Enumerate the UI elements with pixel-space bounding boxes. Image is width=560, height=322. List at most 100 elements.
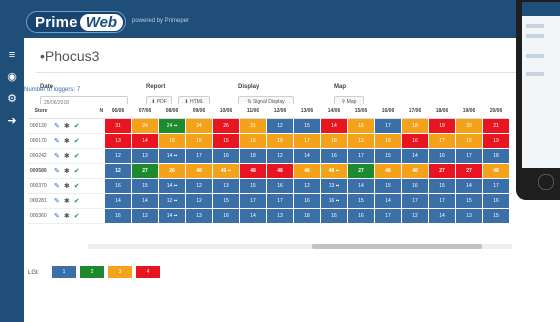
date-column-header[interactable]: 14/06: [320, 104, 348, 119]
check-icon[interactable]: ✔: [74, 123, 80, 130]
status-cell[interactable]: 27: [428, 163, 456, 179]
edit-icon[interactable]: ✎: [54, 183, 60, 190]
status-cell[interactable]: 15: [347, 193, 375, 209]
status-cell[interactable]: 48 ▪▪: [212, 163, 240, 179]
edit-icon[interactable]: ✎: [54, 198, 60, 205]
status-cell[interactable]: 16: [320, 148, 348, 164]
status-cell[interactable]: 13: [212, 178, 240, 194]
status-cell[interactable]: 14 ▪▪: [158, 178, 186, 194]
status-cell[interactable]: 12: [104, 148, 132, 164]
status-cell[interactable]: 15: [428, 178, 456, 194]
status-cell[interactable]: 17: [374, 118, 402, 134]
status-cell[interactable]: 14 ▪▪: [158, 208, 186, 224]
store-id[interactable]: 000580: [28, 163, 54, 179]
status-cell[interactable]: 14: [374, 193, 402, 209]
date-column-header[interactable]: 18/06: [428, 104, 456, 119]
menu-icon[interactable]: ≡: [5, 48, 19, 62]
date-column-header[interactable]: 09/06: [185, 104, 213, 119]
status-cell[interactable]: 16: [347, 118, 375, 134]
status-cell[interactable]: 16: [104, 178, 132, 194]
settings-icon[interactable]: ✱: [64, 198, 70, 205]
status-cell[interactable]: 13: [455, 208, 483, 224]
status-cell[interactable]: 12: [293, 178, 321, 194]
settings-icon[interactable]: ✱: [64, 168, 70, 175]
status-cell[interactable]: 19: [428, 118, 456, 134]
status-cell[interactable]: 12: [401, 208, 429, 224]
horizontal-scrollbar[interactable]: [88, 244, 512, 249]
date-column-header[interactable]: 16/06: [374, 104, 402, 119]
status-cell[interactable]: 18: [293, 208, 321, 224]
status-cell[interactable]: 17: [266, 193, 294, 209]
date-column-header[interactable]: 11/06: [239, 104, 267, 119]
status-cell[interactable]: 21: [239, 118, 267, 134]
store-id[interactable]: 000360: [28, 208, 54, 224]
status-cell[interactable]: 21: [482, 118, 510, 134]
status-cell[interactable]: 13: [347, 133, 375, 149]
date-column-header[interactable]: 08/06: [158, 104, 186, 119]
status-cell[interactable]: 18: [320, 133, 348, 149]
status-cell[interactable]: 17: [185, 148, 213, 164]
status-cell[interactable]: 27: [131, 163, 159, 179]
settings-icon[interactable]: ⚙: [5, 92, 19, 106]
date-column-header[interactable]: 12/06: [266, 104, 294, 119]
store-id[interactable]: 000130: [28, 118, 54, 134]
status-cell[interactable]: 13: [104, 133, 132, 149]
status-cell[interactable]: 16: [482, 193, 510, 209]
status-cell[interactable]: 48: [239, 163, 267, 179]
status-cell[interactable]: 15: [212, 133, 240, 149]
status-cell[interactable]: 12: [266, 148, 294, 164]
date-column-header[interactable]: 19/06: [455, 104, 483, 119]
status-cell[interactable]: 48: [293, 163, 321, 179]
settings-icon[interactable]: ✱: [64, 213, 70, 220]
brand-logo[interactable]: Prime Web: [26, 11, 127, 33]
status-cell[interactable]: 14 ▪▪: [158, 148, 186, 164]
status-cell[interactable]: 13: [266, 208, 294, 224]
status-cell[interactable]: 24: [185, 118, 213, 134]
status-cell[interactable]: 26: [212, 118, 240, 134]
status-cell[interactable]: 16: [239, 133, 267, 149]
store-id[interactable]: 000242: [28, 148, 54, 164]
status-cell[interactable]: 14: [347, 178, 375, 194]
status-cell[interactable]: 14: [293, 148, 321, 164]
loggers-count-link[interactable]: Number of loggers: 7: [24, 87, 80, 93]
status-cell[interactable]: 20: [455, 118, 483, 134]
status-cell[interactable]: 48: [374, 163, 402, 179]
status-cell[interactable]: 48 ▪▪: [320, 163, 348, 179]
status-cell[interactable]: 17: [455, 148, 483, 164]
check-icon[interactable]: ✔: [74, 183, 80, 190]
status-cell[interactable]: 15: [482, 208, 510, 224]
status-cell[interactable]: 17: [374, 208, 402, 224]
status-cell[interactable]: 16: [401, 133, 429, 149]
edit-icon[interactable]: ✎: [54, 123, 60, 130]
store-column-header[interactable]: Store: [28, 104, 54, 119]
check-icon[interactable]: ✔: [74, 168, 80, 175]
status-cell[interactable]: 14: [131, 193, 159, 209]
status-cell[interactable]: 17: [239, 193, 267, 209]
status-cell[interactable]: 16: [428, 148, 456, 164]
status-cell[interactable]: 17: [482, 178, 510, 194]
status-cell[interactable]: 27: [455, 163, 483, 179]
check-icon[interactable]: ✔: [74, 213, 80, 220]
date-column-header[interactable]: 13/06: [293, 104, 321, 119]
status-cell[interactable]: 15: [374, 178, 402, 194]
status-cell[interactable]: 48: [266, 163, 294, 179]
status-cell[interactable]: 14: [239, 208, 267, 224]
date-column-header[interactable]: 07/06: [131, 104, 159, 119]
status-cell[interactable]: 15: [455, 193, 483, 209]
edit-icon[interactable]: ✎: [54, 168, 60, 175]
status-cell[interactable]: 16: [347, 208, 375, 224]
status-cell[interactable]: 16: [401, 178, 429, 194]
status-cell[interactable]: 16: [185, 133, 213, 149]
date-column-header[interactable]: 15/06: [347, 104, 375, 119]
globe-icon[interactable]: ◉: [5, 70, 19, 84]
status-cell[interactable]: 12: [104, 163, 132, 179]
date-column-header[interactable]: 10/06: [212, 104, 240, 119]
check-icon[interactable]: ✔: [74, 138, 80, 145]
status-cell[interactable]: 14: [131, 133, 159, 149]
status-cell[interactable]: 18: [401, 118, 429, 134]
status-cell[interactable]: 13: [185, 208, 213, 224]
check-icon[interactable]: ✔: [74, 198, 80, 205]
status-cell[interactable]: 19: [266, 133, 294, 149]
settings-icon[interactable]: ✱: [64, 153, 70, 160]
status-cell[interactable]: 16: [266, 178, 294, 194]
